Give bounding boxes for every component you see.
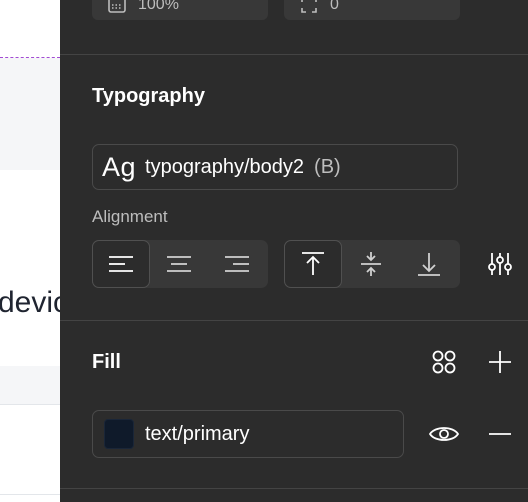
section-divider [60,320,528,321]
size-value: 0 [330,0,339,13]
align-right-button[interactable] [208,240,266,288]
vertical-alignment-control [284,240,460,288]
align-top-icon [302,252,324,275]
fill-color-name: text/primary [145,422,250,445]
calendar-grid-icon [106,0,128,16]
toggle-visibility-button[interactable] [427,417,461,451]
align-right-icon [225,256,249,272]
styles-grid-button[interactable] [427,345,461,379]
align-left-button[interactable] [92,240,150,288]
typography-style-field[interactable]: Ag typography/body2 (B) [92,144,458,190]
size-field[interactable]: 0 [284,0,460,20]
color-swatch[interactable] [104,419,134,449]
section-divider [60,54,528,55]
eye-icon [428,427,460,441]
align-center-icon [167,256,191,272]
align-left-icon [109,256,133,272]
selection-guide-line [0,57,60,58]
horizontal-alignment-control [92,240,268,288]
typography-style-name: typography/body2 [145,155,305,178]
canvas-row-band [0,366,60,405]
text-style-icon: Ag [102,151,137,182]
section-divider [60,488,528,489]
styles-grid-icon [432,350,456,374]
align-middle-button[interactable] [342,240,400,288]
fill-section-title: Fill [92,351,121,373]
canvas-frame-background [0,58,60,170]
remove-fill-button[interactable] [483,417,517,451]
typography-settings-button[interactable] [483,247,517,281]
zoom-value: 100% [138,0,179,13]
sliders-icon [488,253,512,275]
canvas-text-fragment: devic [0,286,60,319]
add-fill-button[interactable] [483,345,517,379]
typography-style-suffix: (B) [314,155,341,178]
align-bottom-icon [418,253,440,276]
alignment-label: Alignment [92,207,168,226]
align-bottom-button[interactable] [400,240,458,288]
properties-panel: 100% 0 Typography Ag typography/body2 (B… [60,0,528,502]
zoom-field[interactable]: 100% [92,0,268,20]
fill-color-field[interactable]: text/primary [92,410,404,458]
minus-icon [489,433,511,435]
align-center-button[interactable] [150,240,208,288]
align-middle-icon [361,252,381,276]
typography-section-title: Typography [92,85,205,107]
design-canvas[interactable]: devic [0,0,60,502]
align-top-button[interactable] [284,240,342,288]
canvas-divider [0,494,60,495]
frame-corners-icon [298,0,320,16]
plus-icon [489,351,511,373]
